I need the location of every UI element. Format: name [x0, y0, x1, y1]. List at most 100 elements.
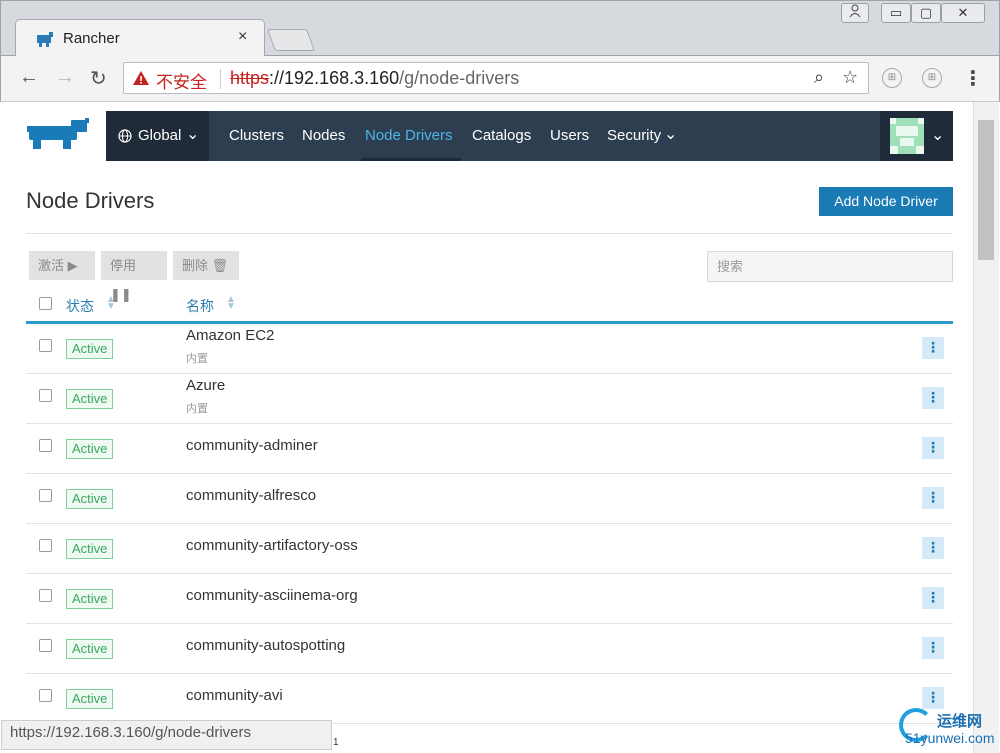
page-title: Node Drivers [26, 188, 155, 213]
global-label: Global [138, 127, 182, 144]
user-profile-icon[interactable] [841, 3, 869, 23]
browser-titlebar: Rancher × ▭ ▢ ✕ [0, 0, 1000, 57]
driver-name: community-artifactory-oss [186, 537, 358, 554]
row-checkbox[interactable] [39, 539, 52, 552]
row-checkbox[interactable] [39, 339, 52, 352]
row-actions-menu-icon[interactable]: ⋮ [922, 387, 944, 409]
table-row: Active community-asciinema-org ⋮ [26, 574, 953, 624]
deactivate-label: 停用 [110, 258, 137, 273]
table-row: Active community-artifactory-oss ⋮ [26, 524, 953, 574]
page-number: 1 [333, 737, 339, 748]
nav-clusters[interactable]: Clusters [229, 127, 284, 144]
name-column-header[interactable]: 名称 [186, 296, 214, 316]
activate-button[interactable]: 激活 ▶ [29, 251, 95, 280]
delete-label: 删除 [182, 258, 209, 273]
warning-icon [133, 71, 149, 85]
row-checkbox[interactable] [39, 589, 52, 602]
chevron-down-icon: ⌄ [186, 126, 200, 143]
table-row: Active community-alfresco ⋮ [26, 474, 953, 524]
driver-name: Azure [186, 377, 226, 394]
driver-name: Amazon EC2 [186, 327, 275, 344]
reload-icon[interactable]: ↻ [90, 66, 107, 91]
close-window-icon[interactable]: ✕ [941, 3, 985, 23]
browser-menu-icon[interactable]: ⋮ [963, 66, 983, 91]
status-badge: Active [66, 439, 114, 459]
address-bar[interactable]: 不安全 https://192.168.3.160/g/node-drivers… [123, 62, 869, 94]
active-nav-indicator [361, 158, 461, 161]
forward-icon[interactable]: → [55, 66, 75, 89]
play-icon: ▶ [67, 258, 78, 273]
driver-name: community-avi [186, 687, 283, 704]
watermark-logo: 运维网 51yunwei.com [897, 706, 997, 752]
table-row: Active Amazon EC2 内置 ⋮ [26, 324, 953, 374]
page-scrollbar[interactable] [973, 102, 999, 753]
delete-button[interactable]: 删除 🗑 [173, 251, 239, 280]
url-scheme: https [230, 68, 270, 88]
driver-name: community-asciinema-org [186, 587, 358, 604]
select-all-checkbox[interactable] [39, 297, 52, 310]
browser-toolbar: ← → ↻ 不安全 https://192.168.3.160/g/node-d… [0, 56, 1000, 102]
table-row: Active community-adminer ⋮ [26, 424, 953, 474]
deactivate-button[interactable]: 停用 ❚❚ [101, 251, 167, 302]
rancher-logo-icon[interactable] [27, 118, 93, 150]
status-bar-url: https://192.168.3.160/g/node-drivers [1, 720, 332, 750]
driver-builtin-label: 内置 [186, 353, 208, 365]
user-menu[interactable]: ⌄ [880, 111, 953, 161]
extension-icon[interactable]: ⊞ [922, 68, 942, 88]
rancher-favicon-icon [37, 32, 53, 47]
row-checkbox[interactable] [39, 389, 52, 402]
driver-builtin-label: 内置 [186, 403, 208, 415]
table-header: 状态 ▲ ▼ 名称 ▲ ▼ [26, 288, 953, 324]
driver-name: community-alfresco [186, 487, 317, 504]
back-icon[interactable]: ← [19, 66, 39, 89]
row-checkbox[interactable] [39, 439, 52, 452]
nav-users[interactable]: Users [550, 127, 589, 144]
globe-icon [118, 129, 132, 143]
row-actions-menu-icon[interactable]: ⋮ [922, 437, 944, 459]
row-actions-menu-icon[interactable]: ⋮ [922, 337, 944, 359]
row-actions-menu-icon[interactable]: ⋮ [922, 537, 944, 559]
row-checkbox[interactable] [39, 489, 52, 502]
table-row: Active community-avi ⋮ [26, 674, 953, 724]
main-navigation: Global ⌄ Clusters Nodes Node Drivers Cat… [106, 111, 953, 161]
row-actions-menu-icon[interactable]: ⋮ [922, 487, 944, 509]
url-host: ://192.168.3.160 [269, 68, 400, 88]
scrollbar-thumb[interactable] [978, 120, 994, 260]
driver-name: community-autospotting [186, 637, 346, 654]
status-badge: Active [66, 489, 114, 509]
tab-title: Rancher [63, 30, 120, 47]
add-node-driver-button[interactable]: Add Node Driver [819, 187, 953, 216]
maximize-icon[interactable]: ▢ [911, 3, 941, 23]
new-tab-button[interactable] [266, 29, 316, 51]
global-scope-selector[interactable]: Global ⌄ [106, 111, 209, 161]
address-divider [220, 69, 221, 89]
trash-icon: 🗑 [211, 258, 229, 273]
bookmark-star-icon[interactable]: ☆ [842, 67, 858, 88]
table-row: Active Azure 内置 ⋮ [26, 374, 953, 424]
state-column-header[interactable]: 状态 [66, 296, 94, 316]
nav-nodes[interactable]: Nodes [302, 127, 345, 144]
security-chevron-down-icon[interactable]: ⌄ [664, 124, 677, 144]
sort-icon[interactable]: ▲ ▼ [226, 295, 236, 312]
extension-icon[interactable]: ⊞ [882, 68, 902, 88]
url-text: https://192.168.3.160/g/node-drivers [230, 68, 519, 89]
header-divider [26, 233, 953, 234]
tab-close-icon[interactable]: × [238, 28, 247, 46]
status-badge: Active [66, 689, 114, 709]
status-badge: Active [66, 539, 114, 559]
row-checkbox[interactable] [39, 639, 52, 652]
minimize-icon[interactable]: ▭ [881, 3, 911, 23]
url-path: /g/node-drivers [399, 68, 520, 88]
nav-node-drivers[interactable]: Node Drivers [365, 127, 453, 144]
status-badge: Active [66, 589, 114, 609]
status-badge: Active [66, 339, 114, 359]
browser-tab[interactable]: Rancher × [15, 19, 265, 57]
zoom-icon[interactable]: ⌕ [814, 67, 824, 88]
row-checkbox[interactable] [39, 689, 52, 702]
nav-catalogs[interactable]: Catalogs [472, 127, 531, 144]
sort-icon[interactable]: ▲ ▼ [106, 295, 116, 312]
nav-security[interactable]: Security [607, 127, 661, 144]
search-input[interactable]: 搜索 [707, 251, 953, 282]
row-actions-menu-icon[interactable]: ⋮ [922, 587, 944, 609]
row-actions-menu-icon[interactable]: ⋮ [922, 637, 944, 659]
